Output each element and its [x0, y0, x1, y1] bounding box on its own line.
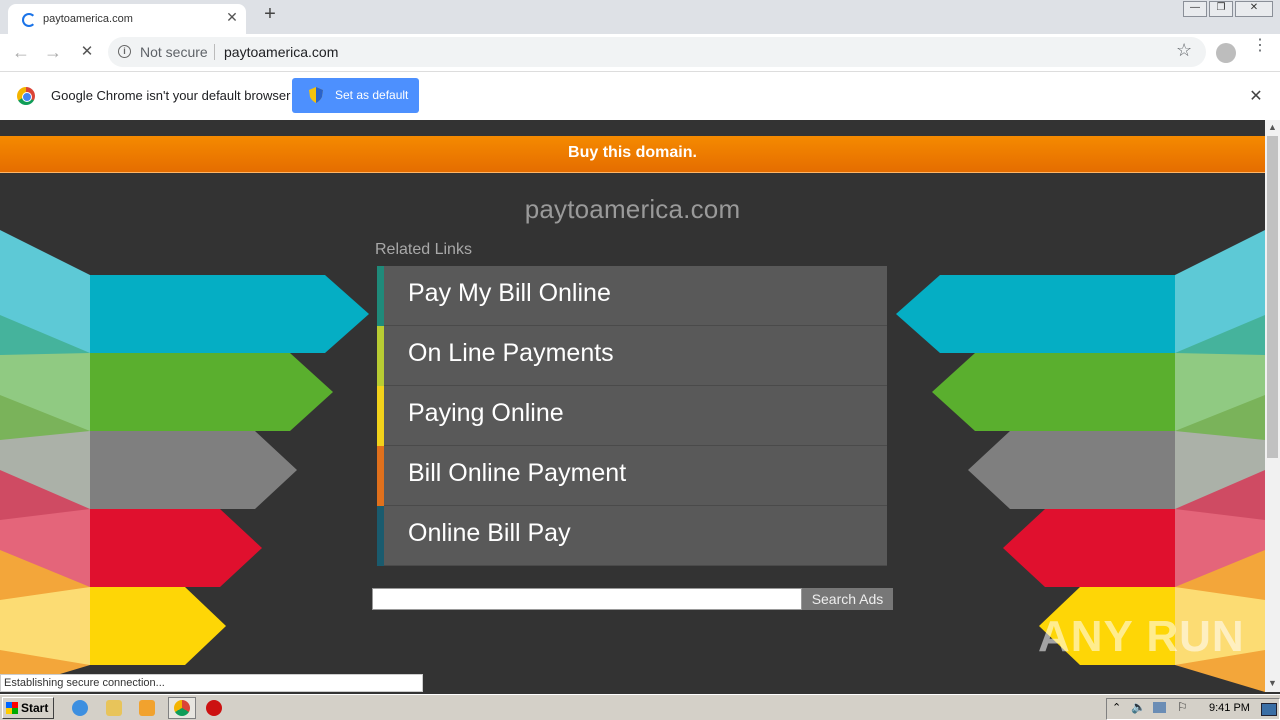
info-icon[interactable]: i [118, 45, 131, 58]
scroll-thumb[interactable] [1267, 136, 1278, 458]
tab-close-icon[interactable]: ✕ [224, 9, 240, 25]
link-stripe [377, 266, 384, 326]
uac-shield-icon [309, 87, 323, 103]
link-stripe [377, 446, 384, 506]
start-button[interactable]: Start [2, 697, 54, 719]
url-text[interactable]: paytoamerica.com [224, 44, 338, 60]
set-as-default-button[interactable]: Set as default [292, 78, 419, 113]
explorer-icon[interactable] [106, 700, 122, 716]
related-link-online-bill-pay[interactable]: Online Bill Pay [377, 506, 887, 566]
status-bubble: Establishing secure connection... [0, 674, 423, 692]
chrome-taskbar-button[interactable] [168, 697, 196, 719]
tab-title: paytoamerica.com [43, 13, 133, 25]
related-link-label: On Line Payments [408, 339, 614, 367]
tab-strip: paytoamerica.com ✕ + — ❐ ✕ [0, 0, 1280, 34]
minimize-button[interactable]: — [1183, 1, 1207, 17]
related-link-bill-online-payment[interactable]: Bill Online Payment [377, 446, 887, 506]
clock[interactable]: 9:41 PM [1209, 702, 1250, 714]
chrome-icon [174, 700, 190, 716]
link-stripe [377, 386, 384, 446]
address-divider [214, 44, 215, 60]
bookmark-star-icon[interactable]: ☆ [1176, 40, 1192, 61]
tray-expand-icon[interactable]: ⌃ [1112, 701, 1121, 714]
scroll-down-icon[interactable]: ▼ [1268, 678, 1277, 688]
related-link-label: Pay My Bill Online [408, 279, 611, 307]
system-tray: ⌃ 🔈 ⚐ 9:41 PM [1106, 698, 1280, 720]
windows-flag-icon [6, 702, 18, 714]
related-link-on-line-payments[interactable]: On Line Payments [377, 326, 887, 386]
restore-button[interactable]: ❐ [1209, 1, 1233, 17]
buy-domain-banner[interactable]: Buy this domain. [0, 136, 1265, 173]
search-ads-button[interactable]: Search Ads [802, 588, 893, 610]
ie-icon[interactable] [72, 700, 88, 716]
start-label: Start [21, 701, 49, 715]
close-window-button[interactable]: ✕ [1235, 1, 1273, 17]
site-title: paytoamerica.com [524, 194, 741, 224]
related-link-label: Online Bill Pay [408, 519, 571, 547]
stop-loading-button[interactable]: ✕ [76, 42, 98, 64]
windows-taskbar: Start ⌃ 🔈 ⚐ 9:41 PM [0, 694, 1280, 720]
media-player-icon[interactable] [139, 700, 155, 716]
address-bar[interactable]: i Not secure paytoamerica.com ☆ [108, 37, 1206, 67]
action-center-flag-icon[interactable]: ⚐ [1177, 700, 1188, 714]
account-avatar-icon[interactable] [1216, 43, 1236, 63]
link-stripe [377, 506, 384, 566]
opera-icon[interactable] [206, 700, 222, 716]
back-button[interactable]: ← [10, 42, 32, 64]
scroll-up-icon[interactable]: ▲ [1268, 122, 1277, 132]
browser-toolbar: ← → ✕ i Not secure paytoamerica.com ☆ ⋮ [0, 34, 1280, 72]
related-link-pay-my-bill-online[interactable]: Pay My Bill Online [377, 266, 887, 326]
related-link-paying-online[interactable]: Paying Online [377, 386, 887, 446]
volume-icon[interactable]: 🔈 [1131, 700, 1146, 714]
related-link-label: Paying Online [408, 399, 564, 427]
infobar-message: Google Chrome isn't your default browser [51, 88, 291, 103]
related-link-label: Bill Online Payment [408, 459, 627, 487]
default-browser-infobar: Google Chrome isn't your default browser… [0, 72, 1280, 121]
page-scrollbar[interactable]: ▲ ▼ [1265, 120, 1280, 692]
new-tab-button[interactable]: + [259, 4, 281, 27]
anyrun-watermark: ANY RUN [1038, 612, 1245, 661]
security-label[interactable]: Not secure [140, 44, 208, 60]
show-desktop-icon[interactable] [1261, 703, 1277, 716]
loading-spinner-icon [22, 13, 36, 27]
related-links-label: Related Links [375, 241, 472, 258]
tab-active[interactable]: paytoamerica.com ✕ [8, 4, 246, 34]
link-stripe [377, 326, 384, 386]
chrome-logo-icon [17, 87, 35, 105]
infobar-close-icon[interactable]: ✕ [1248, 86, 1264, 106]
search-ads-input[interactable] [372, 588, 802, 610]
forward-button[interactable]: → [42, 42, 64, 64]
set-as-default-label: Set as default [335, 88, 409, 102]
chrome-menu-icon[interactable]: ⋮ [1252, 38, 1268, 54]
network-icon[interactable] [1153, 702, 1166, 713]
web-page: Buy this domain. paytoamerica.com Relate… [0, 120, 1265, 692]
